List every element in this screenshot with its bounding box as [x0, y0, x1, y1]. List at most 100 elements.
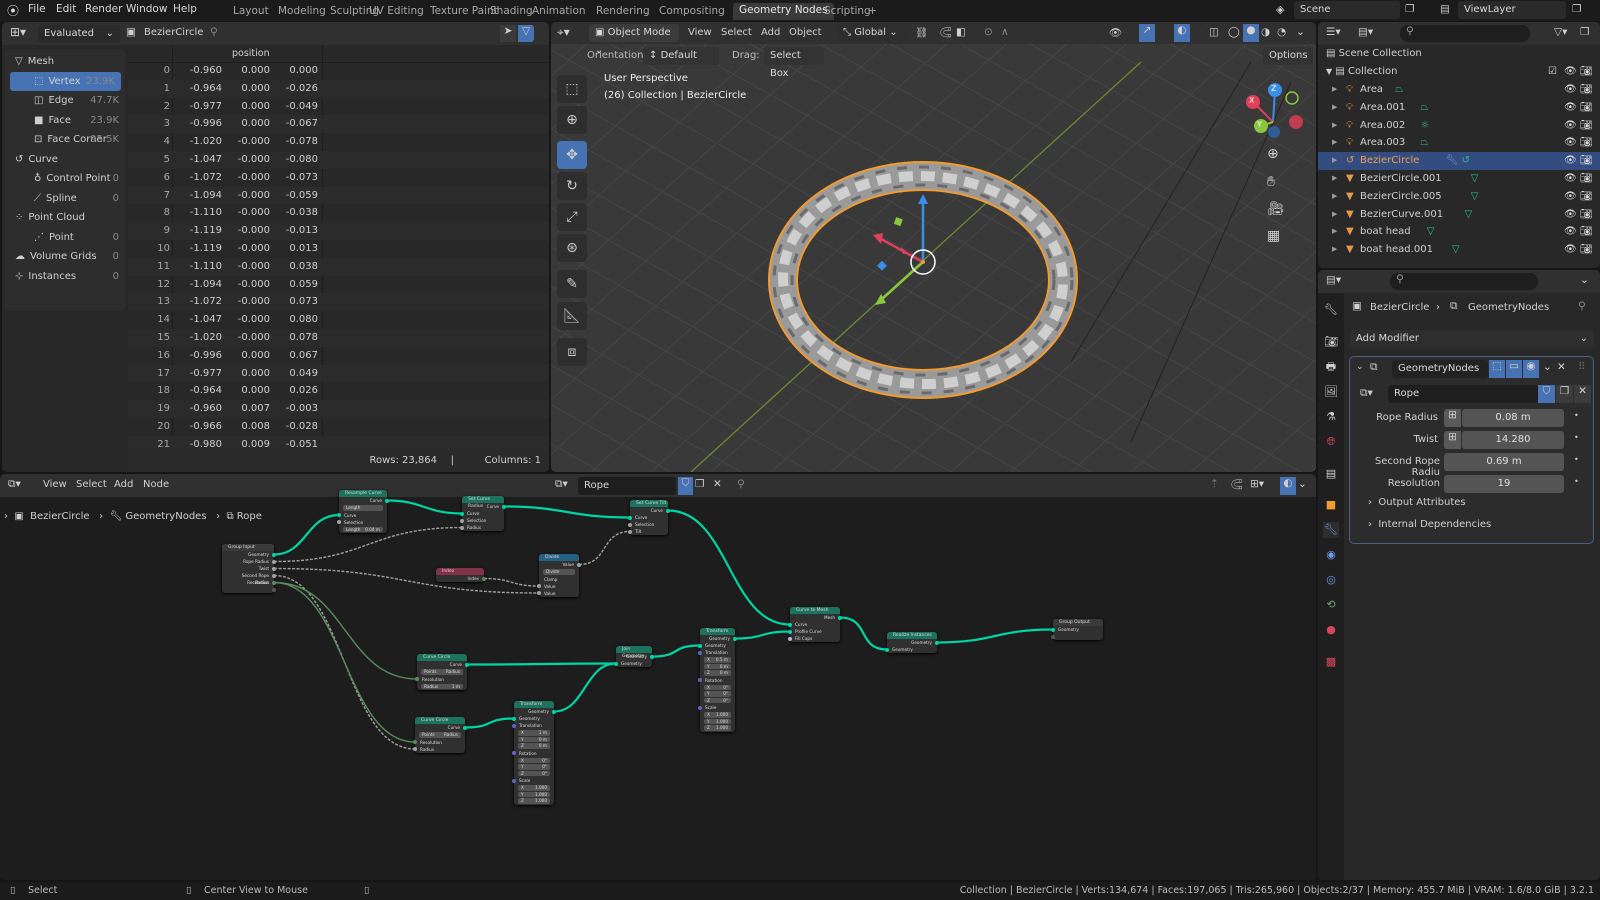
node-field[interactable]: Radius1 m [421, 684, 463, 690]
data-domain-face-corner[interactable]: ⊡Face Corner95.5K [5, 130, 125, 149]
data-domain-face[interactable]: ■Face23.9K [5, 111, 125, 130]
mesh-data-icon[interactable]: ▽ [1465, 206, 1473, 224]
node-divide[interactable]: DivideValueDivideClampValueValue [539, 554, 579, 597]
render-camera-icon[interactable]: 📷︎ [1580, 223, 1593, 241]
socket-dot[interactable] [272, 553, 276, 557]
outliner-item[interactable]: ▶▼BezierCircle.005▽👁︎📷︎ [1318, 188, 1600, 206]
socket-dot[interactable] [650, 655, 654, 659]
view-layer-icon[interactable]: ▤ [1440, 3, 1450, 15]
render-camera-icon[interactable]: 📷︎ [1580, 241, 1593, 259]
socket-dot[interactable] [577, 563, 581, 567]
socket-dot[interactable] [537, 591, 541, 595]
socket-dot[interactable] [482, 577, 486, 581]
render-camera-icon[interactable]: 📷︎ [1580, 99, 1593, 117]
node-set-curve-radius[interactable]: Set Curve RadiusCurveCurveSelectionRadiu… [462, 496, 504, 531]
orientation-dropdown[interactable]: ↕ Default [643, 47, 719, 65]
transform-tool-icon[interactable]: ⊛ [557, 234, 587, 262]
edit-mode-toggle-icon[interactable]: ⬚ [1489, 360, 1505, 378]
editor-type-icon[interactable]: ⊞▾ [10, 25, 26, 39]
node-field[interactable]: PointsRadius [421, 669, 463, 675]
node-index[interactable]: IndexIndex [436, 568, 484, 582]
node-field[interactable]: Y0° [518, 764, 550, 770]
camera-view-icon[interactable]: 🎥︎ [1267, 201, 1285, 217]
socket-dot[interactable] [465, 663, 469, 667]
node-field[interactable]: Z1.000 [518, 798, 550, 804]
collection-tab-icon[interactable]: ▤ [1323, 466, 1339, 482]
modifier-tab-icon[interactable]: 🔧︎ [1323, 522, 1339, 538]
menu-help[interactable]: Help [173, 3, 197, 15]
tool-tab-icon[interactable]: 🔧︎ [1323, 302, 1339, 318]
input-value-field[interactable]: 0.69 m [1444, 453, 1564, 471]
node-curve-circle[interactable]: Curve CircleCurvePointsRadiusResolutionR… [417, 654, 467, 690]
socket-dot[interactable] [788, 637, 792, 641]
socket-dot[interactable] [1051, 635, 1055, 639]
node-group-browse-icon[interactable]: ⧉▾ [555, 478, 568, 491]
socket-dot[interactable] [628, 516, 632, 520]
menu-file[interactable]: File [28, 3, 46, 15]
snap-mode-icon[interactable]: ⊞▾ [1250, 478, 1264, 490]
shading-material-icon[interactable]: ◑ [1261, 26, 1270, 38]
modifier-wrench-icon[interactable]: 🔧︎ [1446, 152, 1459, 170]
annotate-tool-icon[interactable]: ✎ [557, 270, 587, 298]
menu-add[interactable]: Add [761, 27, 780, 38]
snap-target-icon[interactable]: ◧ [956, 26, 966, 38]
add-modifier-dropdown[interactable]: Add Modifier⌄ [1350, 330, 1594, 348]
visibility-eye-icon[interactable]: 👁︎ [1564, 223, 1577, 241]
node-field[interactable]: Y1.000 [518, 792, 550, 798]
output-tab-icon[interactable]: 🖶︎ [1323, 359, 1339, 375]
workspace-tab-compositing[interactable]: Compositing [653, 4, 731, 21]
workspace-tab-rendering[interactable]: Rendering [590, 4, 656, 21]
node-field[interactable]: X0° [704, 685, 731, 691]
view-layer-selector[interactable]: ViewLayer [1458, 1, 1566, 19]
proportional-edit-icon[interactable]: ⊙ [984, 26, 993, 38]
curve-data-icon[interactable]: ↺ [1462, 152, 1470, 170]
pin-icon[interactable]: ⚲ [737, 478, 745, 490]
node-field[interactable]: Length [343, 505, 383, 511]
socket-dot[interactable] [272, 588, 276, 592]
socket-dot[interactable] [885, 648, 889, 652]
render-toggle-icon[interactable]: ◉ [1523, 360, 1539, 378]
filter-icon[interactable]: ▽ [518, 25, 534, 42]
cursor-tool-icon[interactable]: ⊕ [557, 106, 587, 134]
parent-node-tree-icon[interactable]: ⇡ [1210, 478, 1219, 490]
socket-dot[interactable] [272, 567, 276, 571]
render-camera-icon[interactable]: 📷︎ [1580, 117, 1593, 135]
socket-dot[interactable] [385, 499, 389, 503]
editor-type-icon[interactable]: ⌖▾ [557, 25, 570, 40]
outliner-item[interactable]: ▶💡︎Area⏢👁︎📷︎ [1318, 81, 1600, 99]
node-field[interactable]: Y0 m [518, 737, 550, 743]
node-field[interactable]: X0.5 m [704, 657, 731, 663]
outliner-collection[interactable]: ▼ ▤ Collection ☑👁︎📷︎ [1318, 63, 1600, 81]
fake-user-shield-icon[interactable]: ⛉ [678, 477, 693, 495]
shading-options-icon[interactable]: ⌄ [1296, 26, 1305, 38]
transform-orientation-dropdown[interactable]: ⤡ Global ⌄ [837, 24, 905, 42]
exclude-checkbox[interactable]: ☑ [1548, 63, 1557, 81]
data-domain-point-cloud[interactable]: ⁘Point Cloud [5, 208, 125, 227]
snap-icon[interactable]: 🧲︎ [939, 26, 952, 39]
socket-dot[interactable] [413, 740, 417, 744]
data-domain-instances[interactable]: ⊹Instances0 [5, 267, 125, 286]
socket-dot[interactable] [698, 644, 702, 648]
workspace-tab-uv-editing[interactable]: UV Editing [363, 4, 430, 21]
socket-dot[interactable] [272, 581, 276, 585]
menu-node[interactable]: Node [143, 479, 169, 490]
new-scene-icon[interactable]: ❐ [1405, 3, 1414, 15]
add-cube-tool-icon[interactable]: ⧈ [557, 338, 587, 366]
gizmo-y-label[interactable]: Y [1257, 120, 1262, 129]
render-tab-icon[interactable]: 📷︎ [1323, 334, 1339, 350]
render-camera-icon[interactable]: 📷︎ [1580, 188, 1593, 206]
view-layer-tab-icon[interactable]: 🖼︎ [1323, 384, 1339, 400]
collapse-chevron-icon[interactable]: ⌄ [1356, 362, 1364, 372]
node-group-output[interactable]: Group OutputGeometry [1053, 619, 1103, 640]
data-domain-mesh[interactable]: ▽Mesh [5, 52, 125, 71]
socket-dot[interactable] [628, 530, 632, 534]
data-domain-control-point[interactable]: ♁Control Point0 [5, 169, 125, 188]
visibility-eye-icon[interactable]: 👁︎ [1564, 134, 1577, 152]
overlay-options-icon[interactable]: ⌄ [1298, 478, 1307, 490]
node-group-name-input[interactable]: Rope [1388, 385, 1538, 403]
node-curve-circle[interactable]: Curve CircleCurvePointsRadiusResolutionR… [415, 717, 465, 753]
node-realize-instances[interactable]: Realize InstancesGeometryGeometry [887, 632, 937, 653]
keyframe-dot-icon[interactable]: • [1574, 411, 1579, 420]
new-view-layer-icon[interactable]: ❐ [1572, 3, 1581, 15]
socket-dot[interactable] [935, 641, 939, 645]
